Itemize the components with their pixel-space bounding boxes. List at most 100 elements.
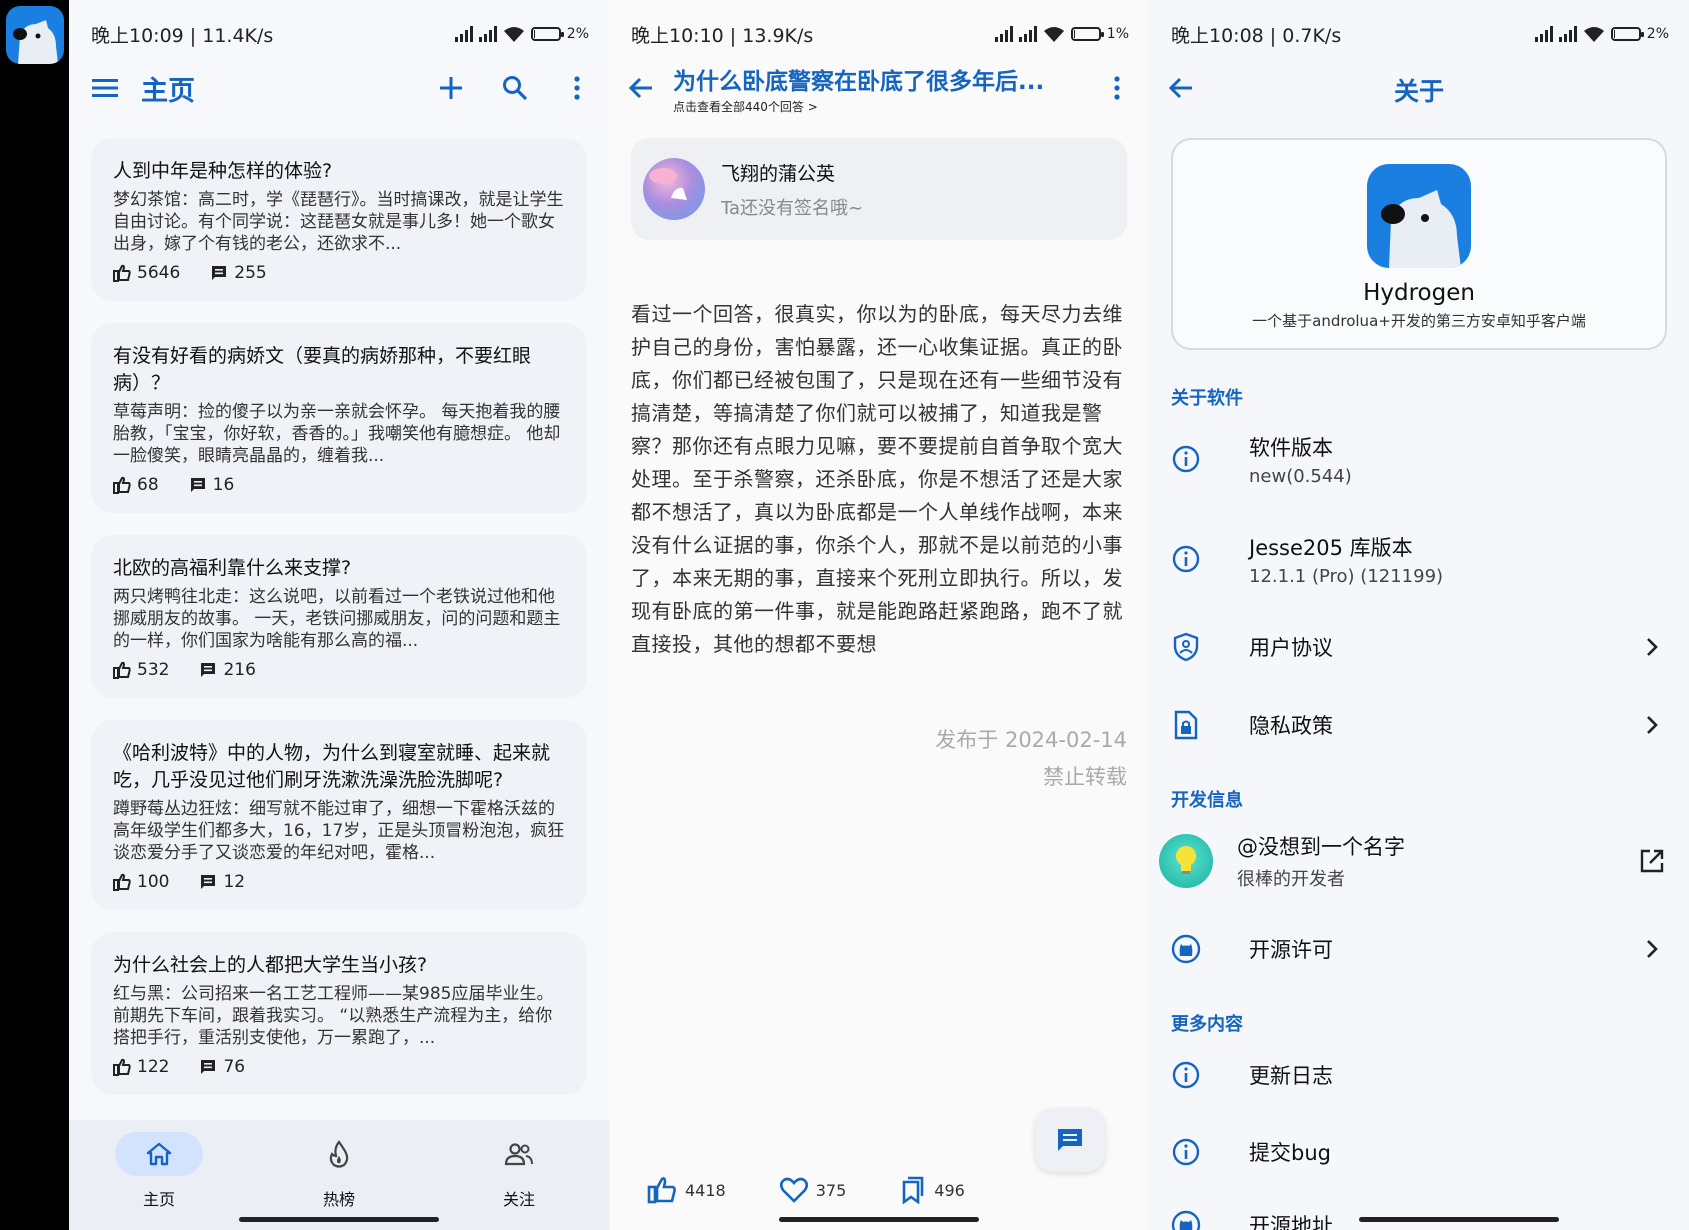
row-user-agreement[interactable]: 用户协议 [1171,612,1667,682]
about-screen: 晚上10:08 | 0.7K/s 2% 关于 Hydrogen 一个基于andr… [1149,0,1689,1230]
row-library-version[interactable]: Jesse205 库版本 12.1.1 (Pro) (121199) [1171,524,1667,594]
signal-icon [994,26,1013,42]
status-time: 晚上10:08 | 0.7K/s [1171,24,1342,47]
add-icon[interactable] [429,66,473,110]
chevron-right-icon [1647,940,1658,958]
status-bar: 晚上10:09 | 11.4K/s 2% [91,18,589,50]
card-excerpt: 两只烤鸭往北走：这么说吧，以前看过一个老铁说过他和他挪威朋友的故事。 一天，老铁… [113,587,561,651]
info-icon [1172,1138,1200,1166]
nav-label: 热榜 [322,1190,355,1209]
like-count: 532 [137,660,170,680]
row-title: 软件版本 [1249,435,1333,460]
row-value: 很棒的开发者 [1237,869,1345,890]
app-logo [1367,164,1471,268]
section-about-software: 关于软件 [1171,388,1243,409]
section-more: 更多内容 [1171,1014,1243,1035]
comment-icon [201,1060,216,1074]
battery-icon [530,27,564,41]
card-question: 《哈利波特》中的人物，为什么到寝室就睡、起来就吃，几乎没见过他们刷牙洗漱洗澡洗脸… [113,742,551,791]
nav-item-home[interactable]: 主页 [69,1120,249,1230]
wifi-icon [1583,27,1604,42]
card-excerpt: 梦幻茶馆：高二时，学《琵琶行》。当时搞课改，就是让学生自由讨论。有个同学说：这琵… [113,190,564,254]
card-question: 北欧的高福利靠什么来支撑? [113,557,352,579]
nav-label: 主页 [142,1190,175,1209]
favorite-count: 375 [815,1180,847,1200]
row-value: 12.1.1 (Pro) (121199) [1249,565,1444,587]
status-time: 晚上10:09 | 11.4K/s [91,24,274,47]
row-source-repo[interactable]: 开源地址 [1171,1190,1667,1230]
status-time: 晚上10:10 | 13.9K/s [631,24,814,47]
like-count: 122 [137,1057,170,1077]
collection-count: 496 [934,1180,965,1200]
github-icon [1171,1210,1201,1230]
row-changelog[interactable]: 更新日志 [1171,1040,1667,1110]
battery-text: 2% [566,26,589,42]
fire-icon [329,1140,349,1168]
like-button[interactable]: 4418 [647,1176,726,1204]
row-open-source-license[interactable]: 开源许可 [1171,914,1667,984]
shield-icon [1173,632,1199,662]
info-icon [1172,1061,1200,1089]
feed-card[interactable]: 有没有好看的病娇文（要真的病娇那种，不要红眼病）？ 草莓声明：捡的傻子以为亲一亲… [91,323,587,513]
comment-icon [212,266,227,280]
comment-icon [190,478,205,492]
question-header[interactable]: 为什么卧底警察在卧底了很多年后... 点击查看全部440个回答 > [673,62,1095,115]
chevron-right-icon [1647,716,1658,734]
app-info-card: Hydrogen 一个基于androlua+开发的第三方安卓知乎客户端 [1171,138,1667,350]
lightbulb-icon [1176,846,1196,874]
card-question: 人到中年是种怎样的体验? [113,160,333,182]
privacy-document-icon [1174,710,1198,740]
thumb-up-icon [113,661,131,679]
row-developer[interactable]: @没想到一个名字 很棒的开发者 [1159,826,1667,896]
row-submit-bug[interactable]: 提交bug [1171,1117,1667,1187]
thumb-up-icon [113,1058,131,1076]
battery-icon [1070,27,1104,41]
nav-label: 关注 [502,1190,535,1209]
bottom-navigation: 主页 热榜 关注 [69,1120,609,1230]
search-icon[interactable] [493,66,537,110]
publish-info: 发布于 2024-02-14 禁止转载 [935,722,1127,796]
more-vert-icon[interactable] [555,66,599,110]
menu-icon[interactable] [83,66,127,110]
page-title: 主页 [141,75,195,107]
wifi-icon [503,27,524,42]
signal-icon [478,26,497,42]
comment-icon [201,875,216,889]
app-name: Hydrogen [1363,280,1475,306]
thumb-up-icon [647,1177,676,1204]
author-name: 飞翔的蒲公英 [721,162,836,185]
nav-item-hot[interactable]: 热榜 [249,1120,429,1230]
comment-count: 16 [212,475,235,495]
home-screen: 晚上10:09 | 11.4K/s 2% 主页 人到中年是种怎样的体验? 梦幻茶… [69,0,609,1230]
home-icon [146,1142,172,1166]
row-privacy-policy[interactable]: 隐私政策 [1171,690,1667,760]
back-arrow-icon[interactable] [619,66,663,110]
thumb-up-icon [113,264,131,282]
comment-count: 12 [223,872,246,892]
row-software-version[interactable]: 软件版本 new(0.544) [1171,424,1667,494]
card-excerpt: 草莓声明：捡的傻子以为亲一亲就会怀孕。 每天抱着我的腰胎教，「宝宝，你好软，香香… [113,402,561,466]
comment-count: 255 [234,263,267,283]
all-answers-link: 点击查看全部440个回答 > [673,99,818,114]
status-bar: 晚上10:08 | 0.7K/s 2% [1171,18,1669,50]
nav-item-follow[interactable]: 关注 [429,1120,609,1230]
collect-button[interactable]: 496 [900,1176,965,1204]
more-vert-icon[interactable] [1095,66,1139,110]
feed-card[interactable]: 《哈利波特》中的人物，为什么到寝室就睡、起来就吃，几乎没见过他们刷牙洗漱洗澡洗脸… [91,720,587,910]
app-logo [6,6,64,64]
copyright-note: 禁止转载 [1043,765,1127,789]
thumb-up-icon [113,476,131,494]
favorite-button[interactable]: 375 [779,1177,847,1203]
author-signature: Ta还没有签名哦~ [721,197,864,219]
comment-count: 76 [223,1057,246,1077]
feed-card[interactable]: 为什么社会上的人都把大学生当小孩? 红与黑：公司招来一名工艺工程师——某985应… [91,932,587,1095]
row-title: 提交bug [1249,1141,1331,1165]
feed-card[interactable]: 人到中年是种怎样的体验? 梦幻茶馆：高二时，学《琵琶行》。当时搞课改，就是让学生… [91,138,587,301]
card-question: 有没有好看的病娇文（要真的病娇那种，不要红眼病）？ [113,345,532,394]
card-excerpt: 红与黑：公司招来一名工艺工程师——某985应届毕业生。 前期先下车间，跟着我实习… [113,984,554,1048]
like-count: 5646 [137,263,181,283]
card-question: 为什么社会上的人都把大学生当小孩? [113,954,428,976]
feed-card[interactable]: 北欧的高福利靠什么来支撑? 两只烤鸭往北走：这么说吧，以前看过一个老铁说过他和他… [91,535,587,698]
row-title: Jesse205 库版本 [1249,535,1413,560]
author-card[interactable]: 飞翔的蒲公英 Ta还没有签名哦~ [631,138,1127,240]
